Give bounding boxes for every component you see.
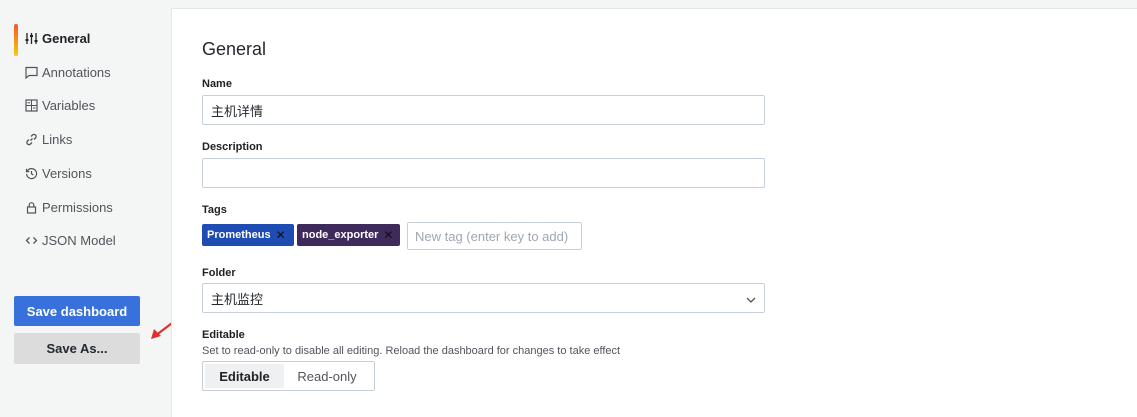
lock-icon [24, 200, 38, 214]
sidebar-item-label: Versions [42, 165, 92, 181]
sidebar-item-annotations[interactable]: Annotations [14, 55, 164, 89]
read-only-option[interactable]: Read-only [284, 364, 370, 388]
page-title: General [202, 39, 267, 59]
sidebar-item-label: Permissions [42, 199, 113, 215]
sidebar-item-links[interactable]: Links [14, 122, 164, 156]
sliders-icon [24, 31, 38, 45]
link-icon [24, 132, 38, 146]
tag-prometheus: Prometheus ✕ [202, 224, 294, 246]
sidebar-item-variables[interactable]: Variables [14, 88, 164, 122]
sidebar-item-label: Variables [42, 97, 96, 113]
code-icon [24, 233, 38, 247]
history-icon [24, 166, 38, 180]
sidebar-item-versions[interactable]: Versions [14, 156, 164, 190]
tag-label: node_exporter [302, 229, 379, 241]
editable-label: Editable [202, 329, 245, 341]
tag-node-exporter: node_exporter ✕ [297, 224, 400, 246]
editable-radio-group: Editable Read-only [202, 361, 375, 391]
calculator-icon [24, 98, 38, 112]
folder-select[interactable]: 主机监控 [202, 283, 765, 313]
sidebar-item-label: General [42, 30, 91, 46]
sidebar-item-label: Links [42, 131, 73, 147]
folder-label: Folder [202, 267, 236, 279]
sidebar-item-json-model[interactable]: JSON Model [14, 223, 164, 257]
tags-label: Tags [202, 204, 227, 216]
comment-icon [24, 65, 38, 79]
description-field[interactable] [202, 158, 765, 188]
tag-label: Prometheus [207, 229, 271, 241]
name-field[interactable]: 主机详情 [202, 95, 765, 125]
remove-tag-icon[interactable]: ✕ [276, 228, 286, 242]
settings-sidebar: General Annotations Variables Links Vers… [0, 0, 170, 417]
name-label: Name [202, 78, 232, 90]
editable-option[interactable]: Editable [205, 364, 284, 388]
remove-tag-icon[interactable]: ✕ [383, 228, 393, 242]
description-label: Description [202, 141, 263, 153]
sidebar-item-general[interactable]: General [14, 21, 164, 56]
save-dashboard-button[interactable]: Save dashboard [14, 296, 140, 326]
sidebar-item-label: JSON Model [42, 232, 116, 248]
folder-value: 主机监控 [211, 291, 264, 307]
general-settings-panel: General Name 主机详情 Description Tags Prome… [171, 8, 1137, 417]
new-tag-input[interactable] [407, 222, 582, 250]
save-as-button[interactable]: Save As... [14, 333, 140, 364]
sidebar-item-permissions[interactable]: Permissions [14, 190, 164, 224]
editable-hint: Set to read-only to disable all editing.… [202, 345, 621, 357]
sidebar-item-label: Annotations [42, 64, 111, 80]
chevron-down-icon [746, 291, 756, 306]
